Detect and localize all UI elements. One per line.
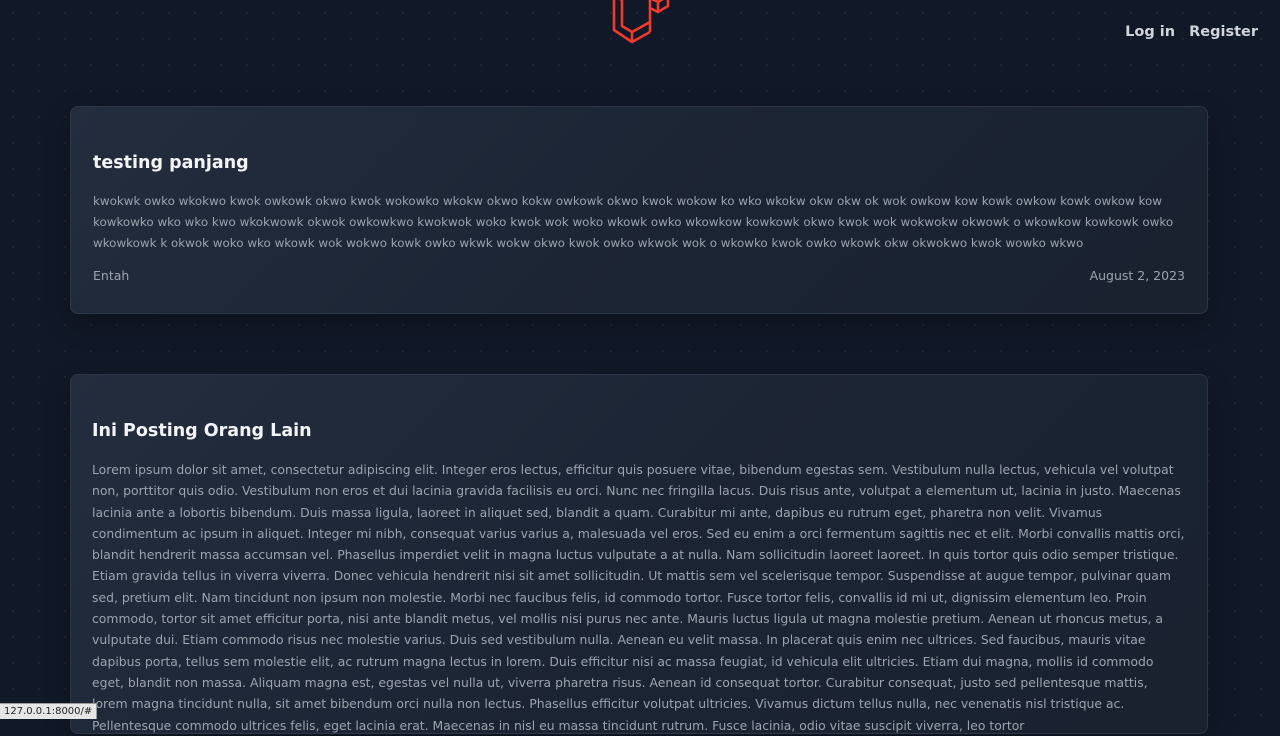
browser-status-url: 127.0.0.1:8000/# <box>0 703 98 719</box>
auth-nav: Log in Register <box>1125 24 1258 40</box>
post-card[interactable]: Ini Posting Orang Lain Lorem ipsum dolor… <box>70 374 1208 734</box>
post-excerpt: kwokwk owko wkokwo kwok owkowk okwo kwok… <box>93 194 1174 250</box>
post-card[interactable]: testing panjang kwokwk owko wkokwo kwok … <box>70 106 1208 314</box>
post-title[interactable]: testing panjang <box>93 153 1185 173</box>
register-link[interactable]: Register <box>1189 24 1258 40</box>
post-date: August 2, 2023 <box>1089 268 1185 283</box>
post-author: Entah <box>93 268 130 283</box>
post-excerpt: Lorem ipsum dolor sit amet, consectetur … <box>92 462 1185 733</box>
login-link[interactable]: Log in <box>1125 24 1175 40</box>
post-meta: Entah August 2, 2023 <box>93 268 1185 283</box>
post-title[interactable]: Ini Posting Orang Lain <box>92 421 1185 441</box>
laravel-logo-icon[interactable] <box>608 0 670 48</box>
